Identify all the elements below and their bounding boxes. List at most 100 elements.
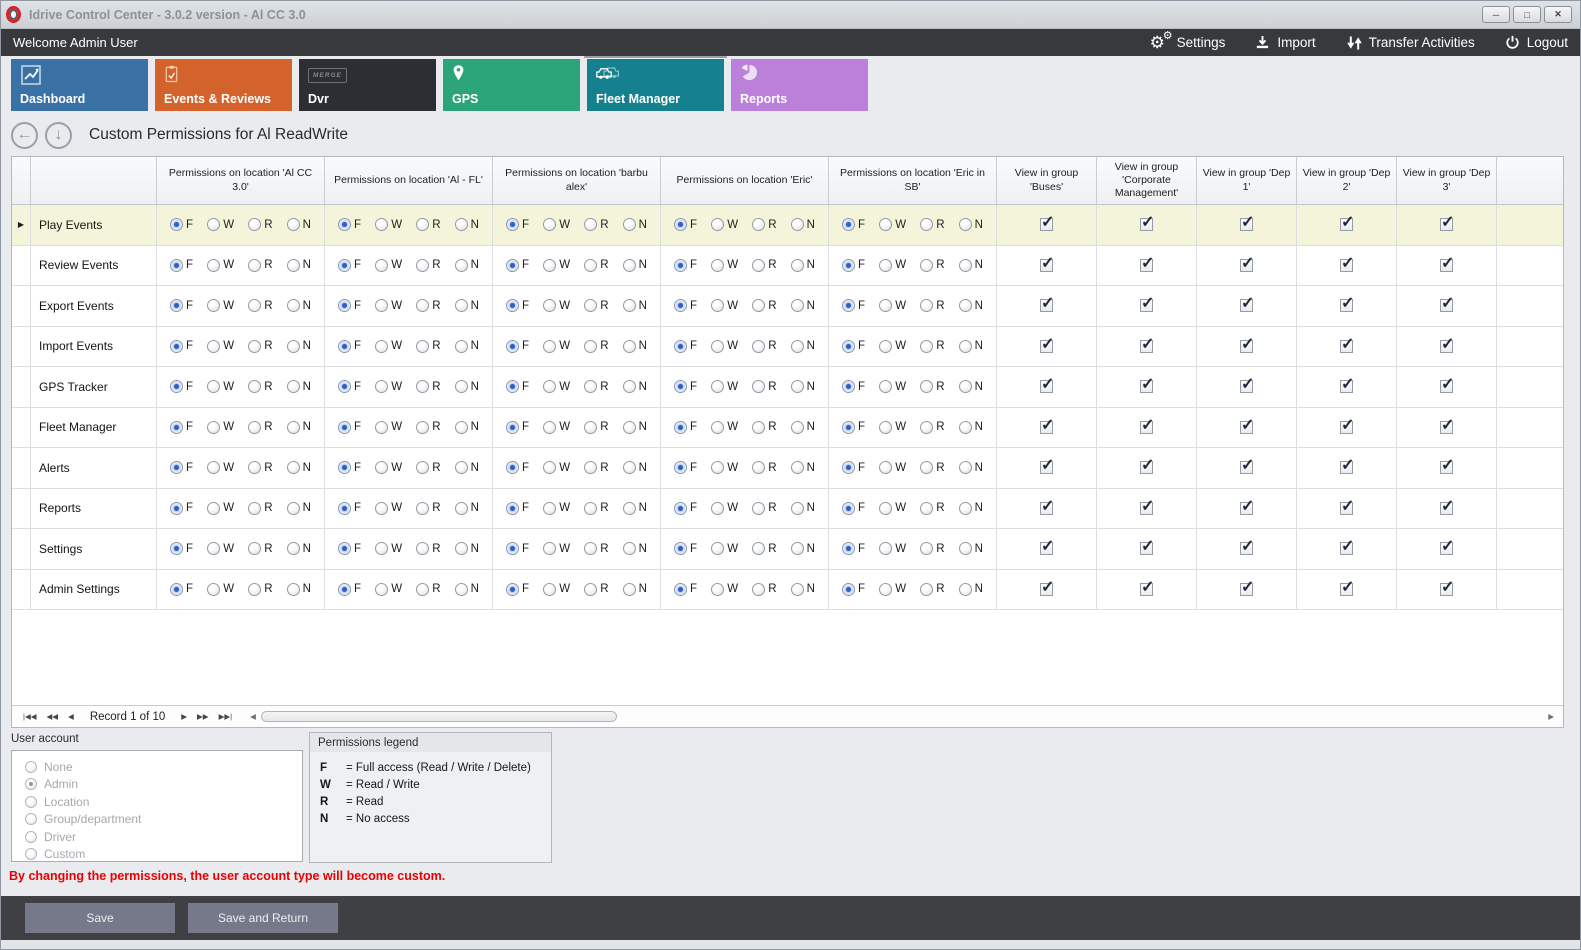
group-checkbox[interactable]	[1340, 380, 1353, 393]
permission-option-N[interactable]: N	[959, 259, 983, 272]
permission-option-W[interactable]: W	[543, 542, 570, 555]
permission-option-R[interactable]: R	[920, 542, 944, 555]
group-checkbox[interactable]	[1140, 421, 1153, 434]
permission-option-R[interactable]: R	[920, 421, 944, 434]
permission-option-W[interactable]: W	[543, 340, 570, 353]
minimize-button[interactable]: ─	[1482, 6, 1510, 23]
permission-option-R[interactable]: R	[248, 218, 272, 231]
permission-option-F[interactable]: F	[506, 542, 529, 555]
group-checkbox[interactable]	[1240, 502, 1253, 515]
permission-option-R[interactable]: R	[752, 542, 776, 555]
account-type-option-group-department[interactable]: Group/department	[25, 811, 302, 829]
group-checkbox[interactable]	[1240, 218, 1253, 231]
permission-option-R[interactable]: R	[248, 259, 272, 272]
group-checkbox[interactable]	[1240, 583, 1253, 596]
account-type-option-none[interactable]: None	[25, 758, 302, 776]
permission-option-R[interactable]: R	[416, 542, 440, 555]
account-type-option-admin[interactable]: Admin	[25, 776, 302, 794]
permission-option-N[interactable]: N	[791, 380, 815, 393]
permission-option-R[interactable]: R	[416, 502, 440, 515]
permission-option-F[interactable]: F	[674, 542, 697, 555]
group-checkbox[interactable]	[1040, 380, 1053, 393]
permission-option-W[interactable]: W	[375, 421, 402, 434]
permission-option-N[interactable]: N	[287, 380, 311, 393]
permission-option-W[interactable]: W	[375, 218, 402, 231]
group-checkbox[interactable]	[1040, 218, 1053, 231]
permission-option-W[interactable]: W	[543, 380, 570, 393]
group-checkbox[interactable]	[1440, 380, 1453, 393]
group-checkbox[interactable]	[1440, 461, 1453, 474]
permission-option-N[interactable]: N	[791, 340, 815, 353]
permission-option-W[interactable]: W	[207, 542, 234, 555]
permission-option-R[interactable]: R	[752, 380, 776, 393]
permission-option-R[interactable]: R	[584, 583, 608, 596]
permission-option-F[interactable]: F	[674, 218, 697, 231]
permission-option-F[interactable]: F	[842, 421, 865, 434]
permission-option-N[interactable]: N	[287, 583, 311, 596]
permission-option-W[interactable]: W	[711, 502, 738, 515]
group-checkbox[interactable]	[1240, 421, 1253, 434]
last-record-button[interactable]: ▶▶|	[219, 712, 232, 721]
permission-option-W[interactable]: W	[375, 502, 402, 515]
permission-option-W[interactable]: W	[543, 461, 570, 474]
permission-option-W[interactable]: W	[543, 583, 570, 596]
permission-option-W[interactable]: W	[879, 461, 906, 474]
horizontal-scrollbar[interactable]: ◀ ▶	[245, 706, 1563, 727]
permission-option-N[interactable]: N	[455, 259, 479, 272]
group-checkbox[interactable]	[1140, 340, 1153, 353]
group-checkbox[interactable]	[1440, 340, 1453, 353]
permission-option-F[interactable]: F	[170, 259, 193, 272]
permission-option-N[interactable]: N	[959, 421, 983, 434]
permission-option-F[interactable]: F	[338, 340, 361, 353]
permission-option-N[interactable]: N	[455, 299, 479, 312]
permission-option-N[interactable]: N	[455, 461, 479, 474]
group-checkbox[interactable]	[1240, 542, 1253, 555]
permission-option-F[interactable]: F	[506, 299, 529, 312]
group-checkbox[interactable]	[1140, 259, 1153, 272]
permission-option-W[interactable]: W	[375, 340, 402, 353]
permission-option-N[interactable]: N	[287, 461, 311, 474]
permission-option-F[interactable]: F	[506, 421, 529, 434]
permission-option-R[interactable]: R	[248, 461, 272, 474]
permission-option-W[interactable]: W	[207, 461, 234, 474]
group-checkbox[interactable]	[1340, 299, 1353, 312]
permission-option-R[interactable]: R	[584, 421, 608, 434]
permission-option-F[interactable]: F	[674, 299, 697, 312]
permission-option-R[interactable]: R	[752, 259, 776, 272]
permission-option-R[interactable]: R	[416, 380, 440, 393]
permission-option-W[interactable]: W	[711, 583, 738, 596]
permission-option-W[interactable]: W	[375, 461, 402, 474]
maximize-button[interactable]: □	[1513, 6, 1541, 23]
permission-option-F[interactable]: F	[842, 461, 865, 474]
permission-option-F[interactable]: F	[338, 380, 361, 393]
permission-option-F[interactable]: F	[506, 218, 529, 231]
permission-option-F[interactable]: F	[506, 583, 529, 596]
permission-option-W[interactable]: W	[879, 259, 906, 272]
permission-option-N[interactable]: N	[959, 542, 983, 555]
back-arrow-button[interactable]: ←	[11, 122, 38, 149]
permission-option-W[interactable]: W	[543, 502, 570, 515]
permission-option-F[interactable]: F	[506, 340, 529, 353]
permission-option-N[interactable]: N	[623, 421, 647, 434]
group-checkbox[interactable]	[1340, 218, 1353, 231]
permission-option-R[interactable]: R	[752, 583, 776, 596]
prev-page-button[interactable]: ◀◀	[46, 712, 58, 721]
permission-option-N[interactable]: N	[959, 218, 983, 231]
permission-option-N[interactable]: N	[623, 461, 647, 474]
permission-option-F[interactable]: F	[170, 299, 193, 312]
permission-option-R[interactable]: R	[920, 299, 944, 312]
permission-option-N[interactable]: N	[455, 380, 479, 393]
permission-option-F[interactable]: F	[506, 259, 529, 272]
permission-option-R[interactable]: R	[416, 259, 440, 272]
group-checkbox[interactable]	[1240, 380, 1253, 393]
permission-option-N[interactable]: N	[455, 583, 479, 596]
permission-option-R[interactable]: R	[416, 461, 440, 474]
permission-option-W[interactable]: W	[879, 421, 906, 434]
permission-option-F[interactable]: F	[674, 421, 697, 434]
permission-option-N[interactable]: N	[791, 542, 815, 555]
group-checkbox[interactable]	[1440, 259, 1453, 272]
save-button[interactable]: Save	[25, 903, 175, 933]
permission-option-W[interactable]: W	[711, 542, 738, 555]
permission-option-R[interactable]: R	[920, 502, 944, 515]
permission-option-N[interactable]: N	[623, 502, 647, 515]
